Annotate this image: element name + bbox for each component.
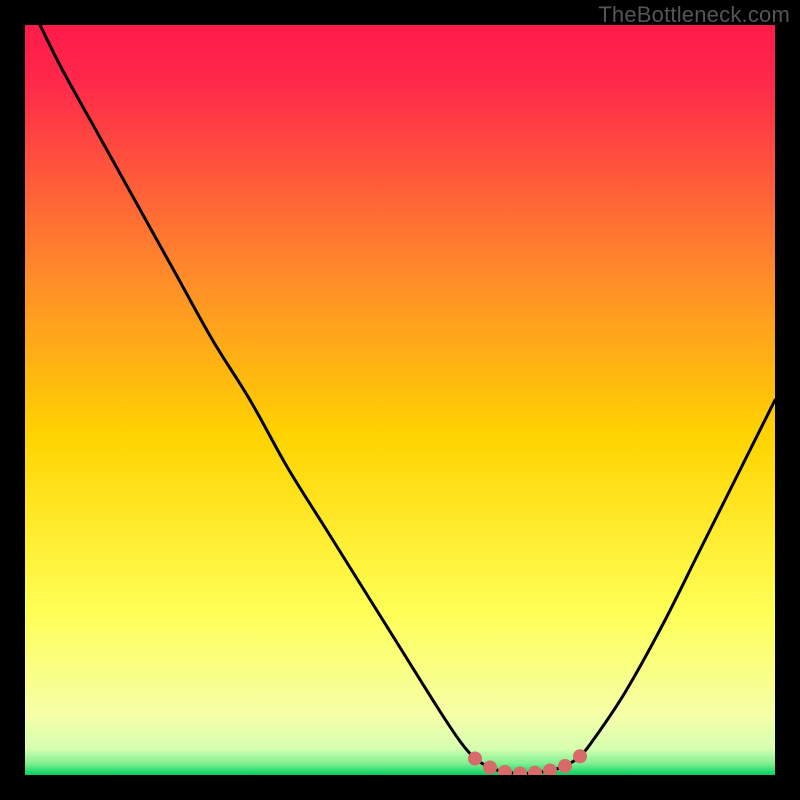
dot (498, 765, 512, 775)
dot (558, 759, 572, 773)
dot (528, 766, 542, 775)
dot (483, 761, 497, 775)
dot (573, 749, 587, 763)
dot (513, 767, 527, 776)
attribution-text: TheBottleneck.com (598, 2, 790, 28)
dot (543, 764, 557, 776)
plot-area (25, 25, 775, 775)
outer-frame: TheBottleneck.com (0, 0, 800, 800)
bottleneck-curve (40, 25, 775, 774)
dot (468, 752, 482, 766)
flat-zone-dots (468, 749, 587, 775)
curve-layer (25, 25, 775, 775)
